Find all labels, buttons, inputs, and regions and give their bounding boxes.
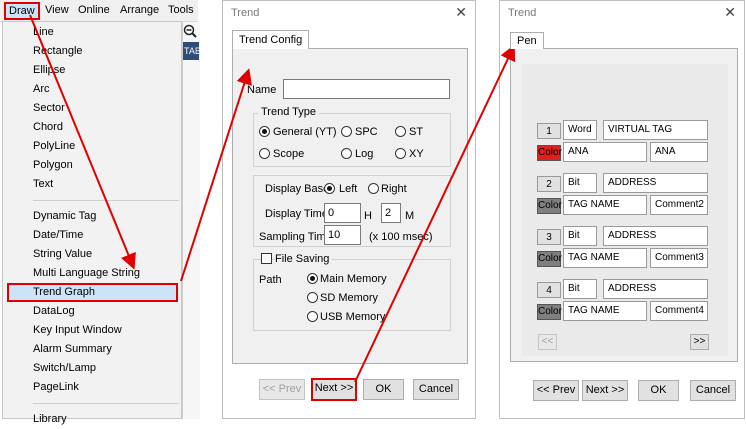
tab-trend-config[interactable]: Trend Config [232, 30, 310, 49]
flow-arrows [29, 14, 516, 383]
tab-pen[interactable]: Pen [510, 32, 544, 49]
arrow-next-to-pen [354, 44, 516, 383]
arrow-trend-graph-to-config [180, 68, 252, 282]
arrow-draw-to-trend-graph [29, 14, 136, 270]
